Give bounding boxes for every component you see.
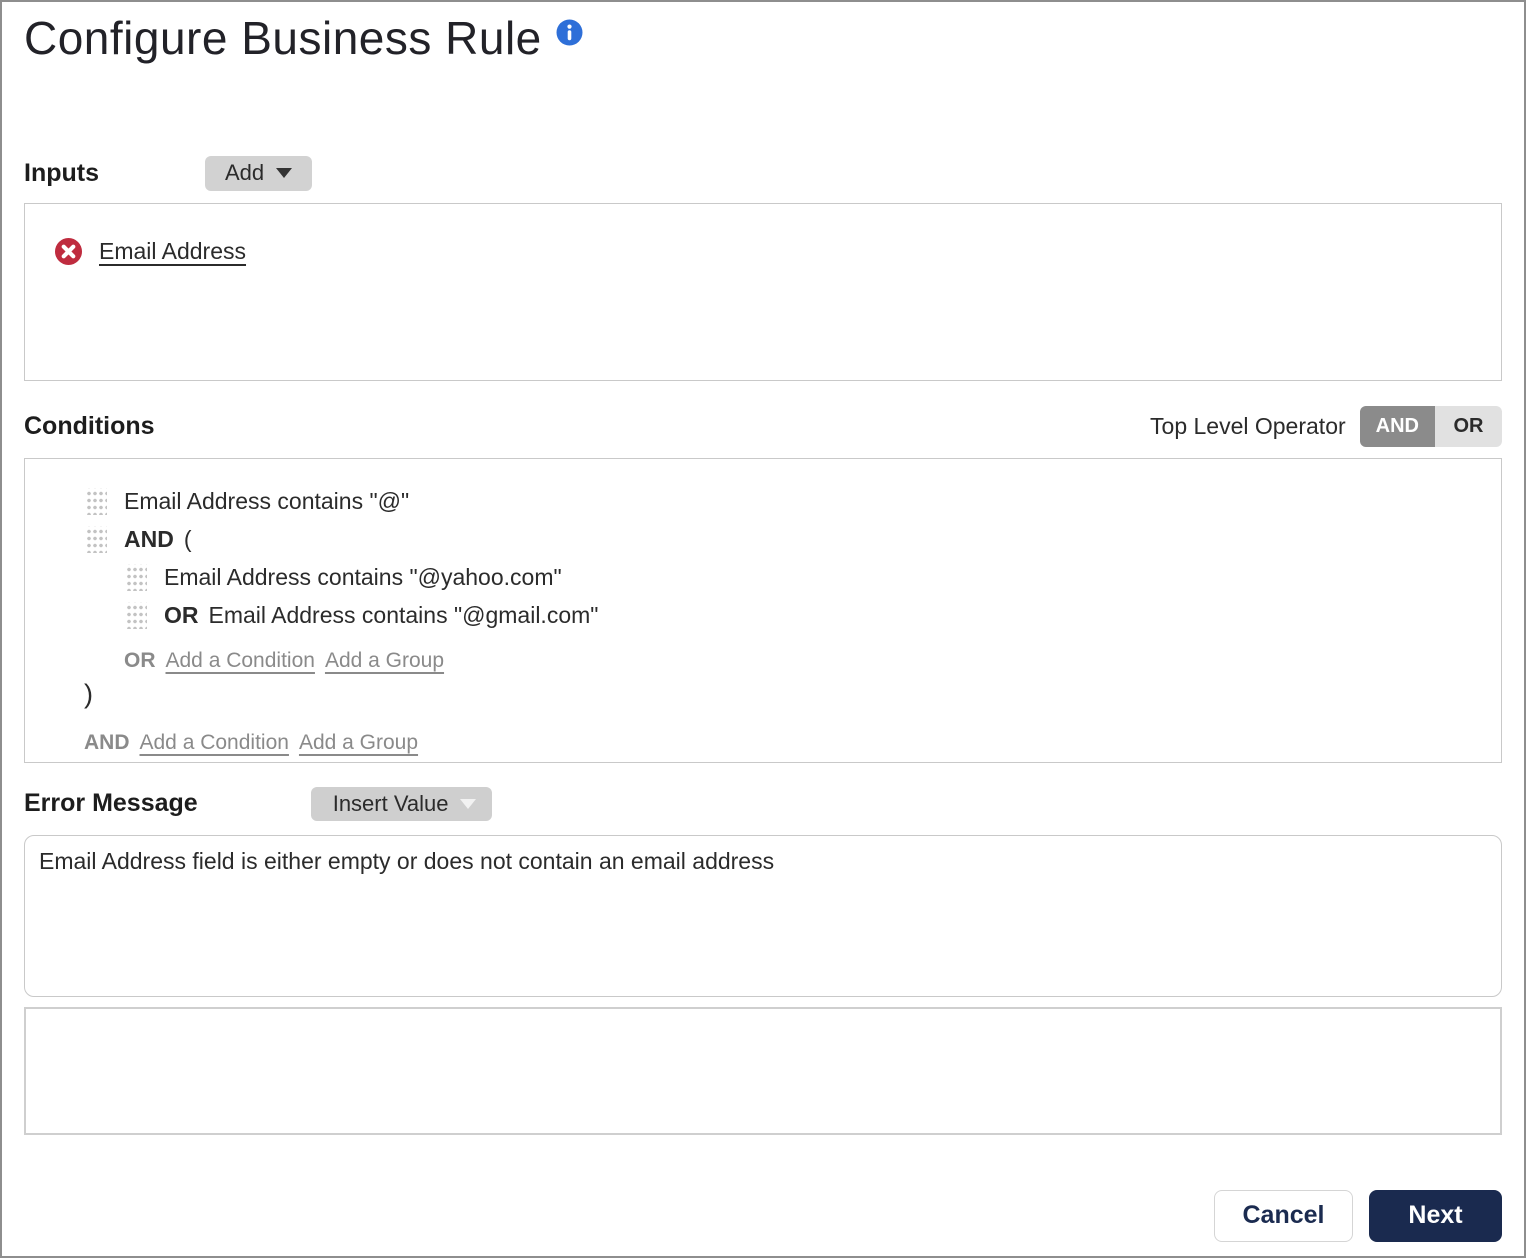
operator-toggle-and[interactable]: AND (1360, 406, 1435, 447)
dialog-footer: Cancel Next (24, 1190, 1502, 1242)
insert-value-button-label: Insert Value (333, 791, 449, 817)
drag-handle-icon[interactable] (85, 526, 107, 553)
drag-handle-icon[interactable] (85, 488, 107, 515)
secondary-message-box[interactable] (24, 1007, 1502, 1135)
add-group-link[interactable]: Add a Group (299, 731, 418, 755)
info-icon[interactable] (556, 19, 583, 51)
error-message-input[interactable]: Email Address field is either empty or d… (24, 835, 1502, 997)
conditions-header: Conditions Top Level Operator AND OR (24, 406, 1502, 447)
operator-toggle-or[interactable]: OR (1435, 406, 1502, 447)
condition-row: Email Address contains "@yahoo.com" (125, 559, 1481, 597)
operator-toggle: AND OR (1360, 406, 1502, 447)
outer-add-row: AND Add a Condition Add a Group (84, 731, 1481, 755)
chevron-down-icon (460, 799, 476, 809)
condition-group-row: AND ( (85, 521, 1481, 559)
drag-handle-icon[interactable] (125, 602, 147, 629)
input-email-address-link[interactable]: Email Address (99, 238, 246, 265)
condition-operator: AND (124, 526, 174, 553)
condition-text: Email Address contains "@yahoo.com" (164, 564, 562, 591)
add-group-link[interactable]: Add a Group (325, 649, 444, 673)
page-title: Configure Business Rule (24, 10, 542, 68)
condition-row: OR Email Address contains "@gmail.com" (125, 597, 1481, 635)
condition-row: Email Address contains "@" (85, 483, 1481, 521)
group-open-paren: ( (184, 526, 192, 553)
add-input-button-label: Add (225, 160, 264, 186)
configure-business-rule-dialog: Configure Business Rule Inputs Add Em (0, 0, 1526, 1258)
top-level-operator-label: Top Level Operator (1150, 413, 1346, 440)
chevron-down-icon (276, 168, 292, 178)
condition-operator: OR (164, 602, 199, 629)
input-item-email-address: Email Address (55, 238, 1481, 265)
add-condition-link[interactable]: Add a Condition (166, 649, 315, 673)
conditions-panel: Email Address contains "@" AND ( Email A… (24, 458, 1502, 763)
dialog-header: Configure Business Rule (24, 10, 1502, 68)
next-button[interactable]: Next (1369, 1190, 1502, 1242)
error-message-label: Error Message (24, 789, 198, 818)
conditions-label: Conditions (24, 412, 155, 441)
add-input-button[interactable]: Add (205, 156, 312, 191)
cancel-button[interactable]: Cancel (1214, 1190, 1353, 1242)
error-message-header: Error Message Insert Value (24, 787, 1502, 821)
add-condition-link[interactable]: Add a Condition (140, 731, 289, 755)
insert-value-button[interactable]: Insert Value (311, 787, 493, 821)
group-close-paren: ) (84, 679, 1481, 715)
inner-add-operator: OR (124, 649, 156, 673)
condition-text: Email Address contains "@gmail.com" (209, 602, 599, 629)
delete-input-icon[interactable] (55, 238, 82, 265)
outer-add-operator: AND (84, 731, 130, 755)
inputs-panel: Email Address (24, 203, 1502, 381)
inputs-header: Inputs Add (24, 156, 1502, 191)
inner-add-row: OR Add a Condition Add a Group (124, 649, 1481, 673)
drag-handle-icon[interactable] (125, 564, 147, 591)
condition-text: Email Address contains "@" (124, 488, 409, 515)
inputs-label: Inputs (24, 159, 99, 188)
top-level-operator-control: Top Level Operator AND OR (1150, 406, 1502, 447)
